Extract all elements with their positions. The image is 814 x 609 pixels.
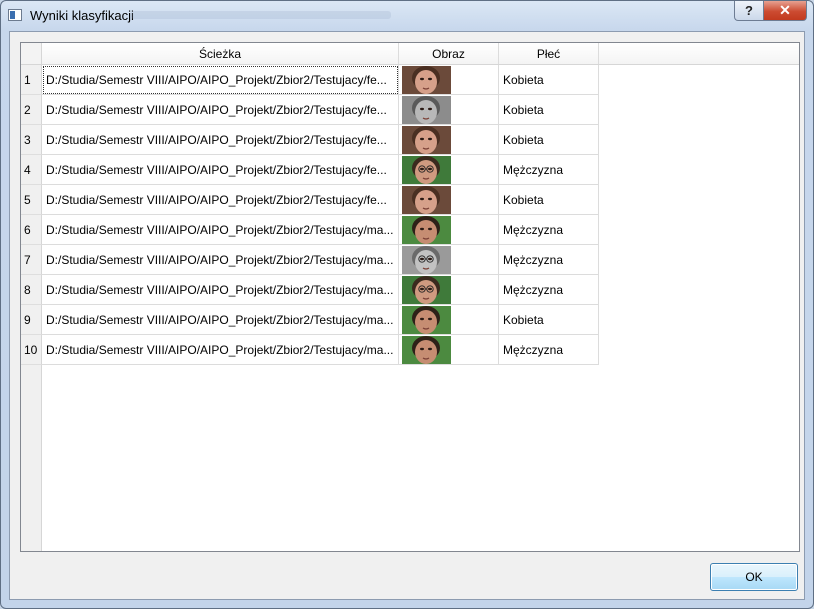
cell-path[interactable]: D:/Studia/Semestr VIII/AIPO/AIPO_Projekt… bbox=[42, 65, 399, 95]
row-header-number[interactable]: 9 bbox=[21, 305, 42, 335]
cell-sex[interactable]: Kobieta bbox=[499, 305, 599, 335]
row-header-number[interactable]: 7 bbox=[21, 245, 42, 275]
cell-image[interactable] bbox=[399, 65, 499, 95]
face-with-glasses-icon bbox=[402, 156, 451, 184]
face-with-glasses-icon bbox=[402, 276, 451, 304]
table-corner-button[interactable] bbox=[21, 43, 42, 65]
cell-sex[interactable]: Kobieta bbox=[499, 125, 599, 155]
table-row[interactable]: 2 D:/Studia/Semestr VIII/AIPO/AIPO_Projek… bbox=[21, 95, 601, 125]
cell-path[interactable]: D:/Studia/Semestr VIII/AIPO/AIPO_Projekt… bbox=[42, 125, 399, 155]
background-window-ghost bbox=[131, 11, 391, 19]
help-button[interactable]: ? bbox=[734, 1, 764, 21]
male-face-icon bbox=[402, 306, 451, 334]
male-face-icon bbox=[402, 336, 451, 364]
table-row[interactable]: 7 D:/Studia/Semestr VIII/AIPO/AIPO_Projek… bbox=[21, 245, 601, 275]
cell-image[interactable] bbox=[399, 305, 499, 335]
cell-sex[interactable]: Mężczyzna bbox=[499, 335, 599, 365]
results-table[interactable]: Ścieżka Obraz Płeć 1 D:/Studia/Semestr VI… bbox=[20, 42, 800, 552]
cell-path[interactable]: D:/Studia/Semestr VIII/AIPO/AIPO_Projekt… bbox=[42, 305, 399, 335]
table-row[interactable]: 8 D:/Studia/Semestr VIII/AIPO/AIPO_Projek… bbox=[21, 275, 601, 305]
row-header-number[interactable]: 1 bbox=[21, 65, 42, 95]
cell-sex[interactable]: Kobieta bbox=[499, 65, 599, 95]
row-header-number[interactable]: 8 bbox=[21, 275, 42, 305]
cell-path[interactable]: D:/Studia/Semestr VIII/AIPO/AIPO_Projekt… bbox=[42, 245, 399, 275]
female-face-icon bbox=[402, 66, 451, 94]
row-header-number[interactable]: 4 bbox=[21, 155, 42, 185]
cell-path[interactable]: D:/Studia/Semestr VIII/AIPO/AIPO_Projekt… bbox=[42, 275, 399, 305]
female-face-gray-icon bbox=[402, 96, 451, 124]
cell-path[interactable]: D:/Studia/Semestr VIII/AIPO/AIPO_Projekt… bbox=[42, 185, 399, 215]
window-title: Wyniki klasyfikacji bbox=[30, 8, 134, 23]
row-header-number[interactable]: 6 bbox=[21, 215, 42, 245]
cell-image[interactable] bbox=[399, 215, 499, 245]
app-window-icon bbox=[8, 9, 22, 21]
column-header-bar: Ścieżka Obraz Płeć bbox=[42, 43, 799, 65]
row-header-number[interactable]: 5 bbox=[21, 185, 42, 215]
cell-path[interactable]: D:/Studia/Semestr VIII/AIPO/AIPO_Projekt… bbox=[42, 155, 399, 185]
male-face-icon bbox=[402, 216, 451, 244]
cell-sex[interactable]: Mężczyzna bbox=[499, 245, 599, 275]
cell-image[interactable] bbox=[399, 335, 499, 365]
table-row[interactable]: 9 D:/Studia/Semestr VIII/AIPO/AIPO_Projek… bbox=[21, 305, 601, 335]
row-header-number[interactable]: 10 bbox=[21, 335, 42, 365]
column-header-image[interactable]: Obraz bbox=[399, 43, 499, 64]
row-header-number[interactable]: 2 bbox=[21, 95, 42, 125]
cell-sex[interactable]: Kobieta bbox=[499, 185, 599, 215]
table-row[interactable]: 5 D:/Studia/Semestr VIII/AIPO/AIPO_Projek… bbox=[21, 185, 601, 215]
table-row[interactable]: 6 D:/Studia/Semestr VIII/AIPO/AIPO_Projek… bbox=[21, 215, 601, 245]
cell-image[interactable] bbox=[399, 125, 499, 155]
cell-path[interactable]: D:/Studia/Semestr VIII/AIPO/AIPO_Projekt… bbox=[42, 215, 399, 245]
cell-sex[interactable]: Mężczyzna bbox=[499, 275, 599, 305]
column-header-path[interactable]: Ścieżka bbox=[42, 43, 399, 64]
close-button[interactable]: ✕ bbox=[763, 1, 807, 21]
female-face-icon bbox=[402, 186, 451, 214]
cell-image[interactable] bbox=[399, 185, 499, 215]
table-row[interactable]: 4 D:/Studia/Semestr VIII/AIPO/AIPO_Projek… bbox=[21, 155, 601, 185]
dialog-window: Wyniki klasyfikacji ? ✕ Ścieżka Obraz Pł… bbox=[0, 0, 814, 609]
male-face-gray-icon bbox=[402, 246, 451, 274]
table-row[interactable]: 3 D:/Studia/Semestr VIII/AIPO/AIPO_Projek… bbox=[21, 125, 601, 155]
row-header-number[interactable]: 3 bbox=[21, 125, 42, 155]
table-row[interactable]: 1 D:/Studia/Semestr VIII/AIPO/AIPO_Projek… bbox=[21, 65, 601, 95]
cell-path[interactable]: D:/Studia/Semestr VIII/AIPO/AIPO_Projekt… bbox=[42, 95, 399, 125]
cell-image[interactable] bbox=[399, 95, 499, 125]
title-bar[interactable]: Wyniki klasyfikacji ? ✕ bbox=[1, 1, 813, 31]
column-header-sex[interactable]: Płeć bbox=[499, 43, 599, 64]
table-row[interactable]: 10 D:/Studia/Semestr VIII/AIPO/AIPO_Proje… bbox=[21, 335, 601, 365]
dialog-client-area: Ścieżka Obraz Płeć 1 D:/Studia/Semestr VI… bbox=[9, 31, 805, 600]
cell-path[interactable]: D:/Studia/Semestr VIII/AIPO/AIPO_Projekt… bbox=[42, 335, 399, 365]
female-face-icon bbox=[402, 126, 451, 154]
ok-button[interactable]: OK bbox=[710, 563, 798, 591]
cell-sex[interactable]: Mężczyzna bbox=[499, 155, 599, 185]
cell-sex[interactable]: Mężczyzna bbox=[499, 215, 599, 245]
cell-image[interactable] bbox=[399, 245, 499, 275]
cell-sex[interactable]: Kobieta bbox=[499, 95, 599, 125]
cell-image[interactable] bbox=[399, 155, 499, 185]
cell-image[interactable] bbox=[399, 275, 499, 305]
